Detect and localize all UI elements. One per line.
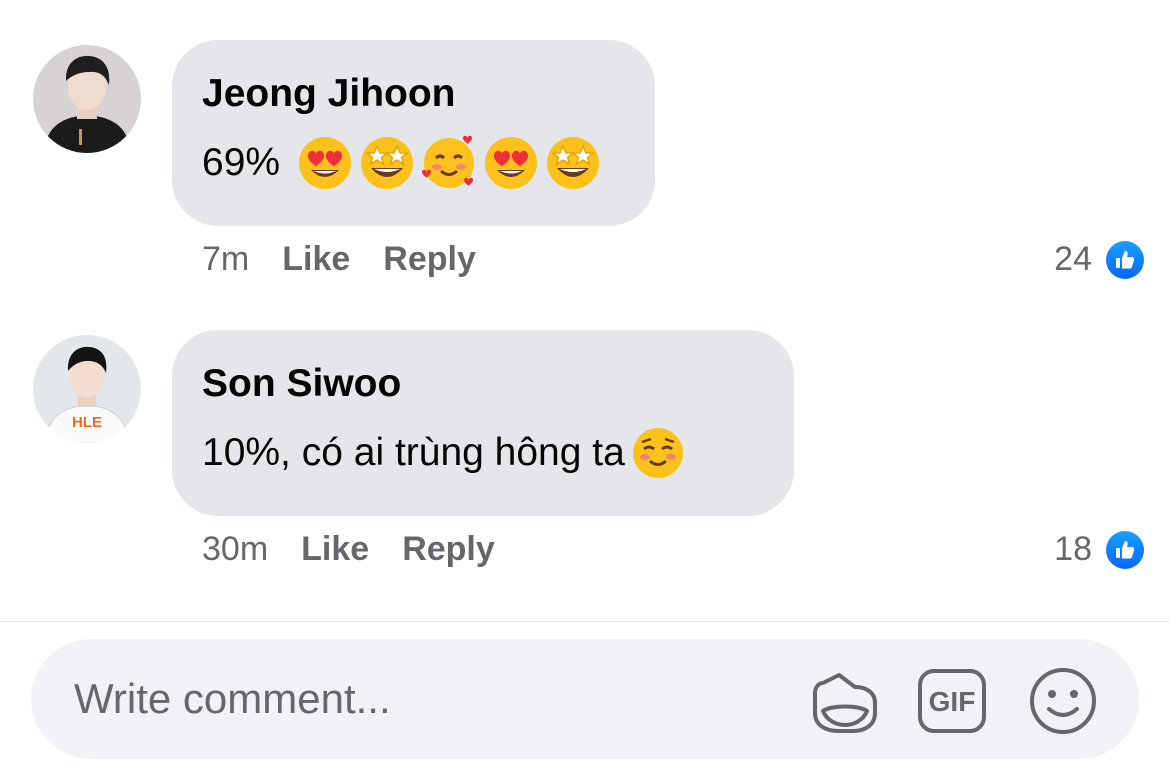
sticker-icon xyxy=(813,673,877,733)
reaction-summary[interactable]: 24 xyxy=(1054,240,1144,279)
comment-text: 10%, có ai trùng hông ta xyxy=(202,431,625,474)
comment-author[interactable]: Jeong Jihoon xyxy=(202,70,623,118)
comment-composer[interactable]: GIF xyxy=(31,639,1139,759)
comment-timestamp[interactable]: 7m xyxy=(202,240,249,279)
comment-timestamp[interactable]: 30m xyxy=(202,530,268,569)
avatar-shirt-text: HLE xyxy=(72,414,102,431)
thumbs-up-icon xyxy=(1106,530,1144,569)
like-button[interactable]: Like xyxy=(282,240,350,279)
avatar-photo: HLE xyxy=(33,335,141,443)
heart-eyes-emoji-icon xyxy=(482,134,540,192)
comment-bubble[interactable]: Jeong Jihoon 69% xyxy=(172,40,655,226)
sticker-button[interactable] xyxy=(809,665,881,737)
emoji-group xyxy=(296,134,602,192)
reaction-summary[interactable]: 18 xyxy=(1054,530,1144,569)
gif-button[interactable]: GIF xyxy=(916,665,988,737)
smiling-hearts-emoji-icon xyxy=(420,134,478,192)
comment-text: 69% xyxy=(202,141,281,184)
comment-text-row: 69% xyxy=(202,134,623,192)
comment-author[interactable]: Son Siwoo xyxy=(202,360,762,408)
star-struck-emoji-icon xyxy=(358,134,416,192)
comment-text-row: 10%, có ai trùng hông ta xyxy=(202,424,762,482)
reply-button[interactable]: Reply xyxy=(402,530,495,569)
thumbs-up-icon xyxy=(1106,240,1144,279)
gif-label: GIF xyxy=(929,686,976,717)
comment-composer-bar: GIF xyxy=(0,622,1170,774)
like-button[interactable]: Like xyxy=(301,530,369,569)
comment-bubble[interactable]: Son Siwoo 10%, có ai trùng hông ta xyxy=(172,330,794,516)
avatar[interactable]: HLE xyxy=(33,335,141,443)
emoji-button[interactable] xyxy=(1027,665,1099,737)
reaction-count: 24 xyxy=(1054,240,1092,278)
heart-eyes-emoji-icon xyxy=(296,134,354,192)
avatar[interactable] xyxy=(33,45,141,153)
gif-icon: GIF xyxy=(918,669,986,733)
comment-actions: 30m Like Reply xyxy=(202,530,495,569)
smiley-icon xyxy=(1030,668,1096,734)
reply-button[interactable]: Reply xyxy=(383,240,476,279)
smiling-blush-emoji-icon xyxy=(629,424,687,482)
star-struck-emoji-icon xyxy=(544,134,602,192)
comment-input[interactable] xyxy=(74,669,774,729)
reaction-count: 18 xyxy=(1054,530,1092,568)
avatar-photo xyxy=(33,45,141,153)
comment-actions: 7m Like Reply xyxy=(202,240,476,279)
